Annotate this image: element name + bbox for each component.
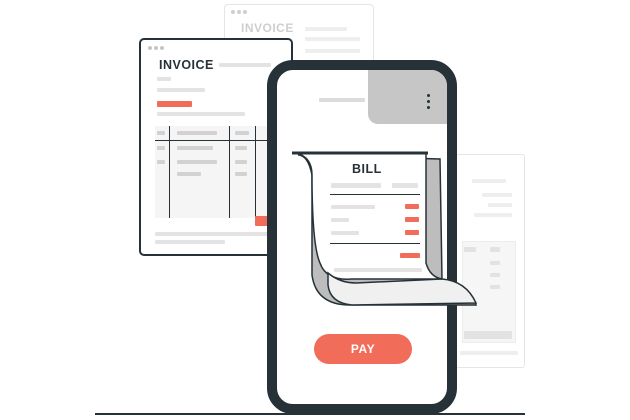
invoice-highlight-bar (157, 101, 192, 107)
invoice-title: INVOICE (159, 58, 214, 72)
back-invoice-title: INVOICE (241, 21, 294, 35)
bill-line (331, 183, 381, 188)
window-dot (160, 46, 164, 50)
bill-amount (405, 217, 419, 222)
bill-receipt (292, 151, 478, 306)
phone-header-panel (368, 70, 447, 124)
bill-amount (405, 230, 419, 235)
bill-divider (330, 243, 420, 244)
window-dot (154, 46, 158, 50)
bill-line (392, 183, 418, 188)
window-dot (243, 10, 247, 14)
window-dot (148, 46, 152, 50)
window-dot (237, 10, 241, 14)
window-dot (231, 10, 235, 14)
bill-line (334, 268, 422, 272)
bill-total (400, 253, 420, 258)
kebab-menu-icon[interactable] (426, 94, 432, 112)
pay-button[interactable]: PAY (314, 334, 412, 364)
phone-header-bar (319, 98, 365, 102)
bill-divider (330, 194, 420, 195)
illustration: INVOICE INVOICE PAY BILL (0, 0, 630, 420)
pay-button-label: PAY (350, 342, 376, 356)
bill-line (331, 218, 349, 222)
bill-line (331, 205, 375, 209)
bill-line (331, 231, 359, 235)
bill-amount (405, 204, 419, 209)
bill-title: BILL (352, 162, 382, 176)
